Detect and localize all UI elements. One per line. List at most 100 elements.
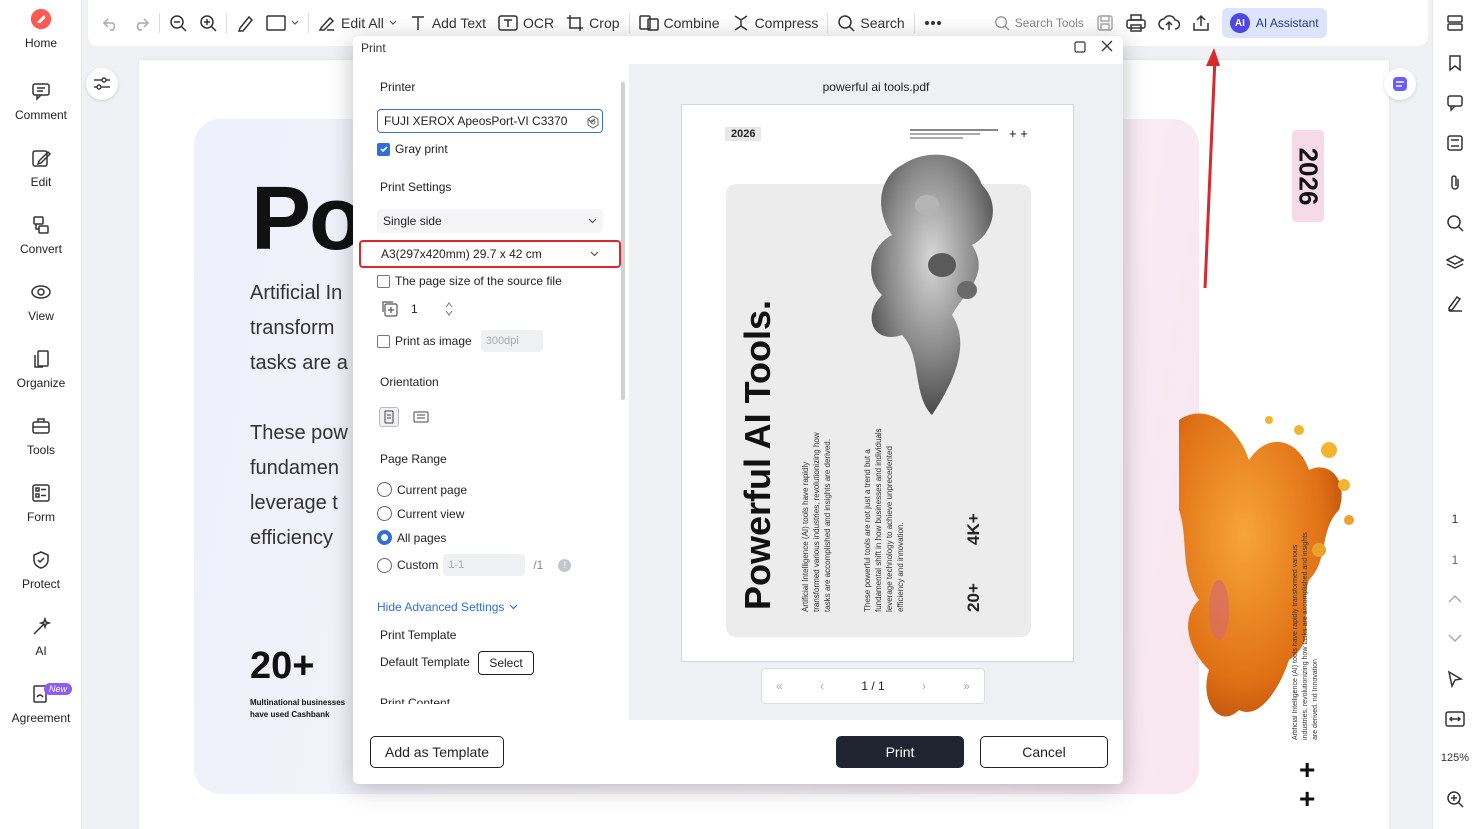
hide-advanced-link[interactable]: Hide Advanced Settings — [377, 600, 518, 614]
printer-select[interactable]: FUJI XEROX ApeosPort-VI C3370 — [377, 109, 603, 133]
ai-assistant-label: AI Assistant — [1255, 16, 1319, 30]
select-cursor-icon[interactable] — [1444, 668, 1466, 690]
range-custom-radio[interactable]: Custom 1-1 /1 ! — [377, 554, 572, 576]
form-fields-icon[interactable] — [1444, 132, 1466, 154]
layers-icon[interactable] — [1444, 252, 1466, 274]
zoom-in-icon[interactable] — [1444, 788, 1466, 810]
print-as-image-label: Print as image — [395, 334, 472, 348]
sidebar-item-protect[interactable]: Protect — [0, 549, 82, 609]
shape-button[interactable] — [260, 8, 305, 38]
attachment-icon[interactable] — [1444, 172, 1466, 194]
doc-vertical-text: Artificial Intelligence (AI) tools have … — [1292, 532, 1319, 740]
zoom-level[interactable]: 125% — [1433, 752, 1476, 764]
zoom-in-button[interactable] — [193, 8, 223, 38]
sidebar-item-comment[interactable]: Comment — [0, 80, 82, 140]
landscape-button[interactable] — [411, 407, 431, 427]
zoom-out-button[interactable] — [163, 8, 193, 38]
sidebar-item-home[interactable]: Home — [0, 8, 82, 68]
search-button[interactable]: Search — [831, 8, 910, 38]
landscape-icon — [413, 411, 429, 423]
portrait-button[interactable] — [379, 407, 399, 427]
preview-col2: These powerful tools are not just a tren… — [862, 428, 906, 612]
sidebar-label: Form — [27, 510, 55, 524]
ai-assistant-button[interactable]: AI AI Assistant — [1221, 8, 1327, 38]
print-confirm-button[interactable]: Print — [836, 736, 964, 768]
organize-icon — [30, 348, 52, 370]
select-template-button[interactable]: Select — [478, 651, 534, 675]
range-current-view-radio[interactable]: Current view — [377, 506, 464, 521]
orientation-label: Orientation — [380, 375, 439, 389]
settings-scrollbar[interactable] — [621, 82, 625, 400]
sidebar-item-ai[interactable]: AI — [0, 616, 82, 676]
add-text-button[interactable]: Add Text — [403, 8, 492, 38]
prev-page-button[interactable]: ‹ — [820, 679, 824, 693]
edit-all-button[interactable]: Edit All — [312, 8, 403, 38]
sidebar-item-form[interactable]: Form — [0, 482, 82, 542]
sidebar-item-agreement[interactable]: New Agreement — [0, 683, 82, 743]
redo-button[interactable] — [126, 8, 156, 38]
bookmark-icon[interactable] — [1444, 52, 1466, 74]
toolbar-divider — [628, 13, 630, 33]
source-page-size-checkbox[interactable]: The page size of the source file — [377, 274, 562, 288]
ocr-button[interactable]: OCR — [492, 8, 560, 38]
red-arrow-annotation — [1203, 48, 1220, 289]
close-button[interactable] — [1101, 39, 1113, 57]
sidebar-item-view[interactable]: View — [0, 281, 82, 341]
sidebar-item-organize[interactable]: Organize — [0, 348, 82, 408]
page-thumbnail-button[interactable] — [1384, 68, 1416, 100]
print-as-image-checkbox[interactable]: Print as image 300dpi — [377, 330, 543, 352]
view-icon — [30, 281, 52, 303]
comment-icon — [30, 80, 52, 102]
cloud-upload-button[interactable] — [1152, 8, 1186, 38]
paper-size-select[interactable]: A3(297x420mm) 29.7 x 42 cm — [359, 240, 621, 268]
more-button[interactable] — [918, 8, 948, 38]
gray-print-checkbox[interactable]: Gray print — [377, 142, 448, 156]
print-button[interactable] — [1120, 8, 1152, 38]
range-current-page-radio[interactable]: Current page — [377, 482, 467, 497]
page-down-icon[interactable] — [1444, 627, 1466, 649]
highlight-button[interactable] — [230, 8, 260, 38]
last-page-button[interactable]: » — [963, 679, 970, 693]
sides-select[interactable]: Single side — [377, 209, 603, 233]
copies-icon — [382, 301, 398, 317]
fit-width-icon[interactable] — [1444, 708, 1466, 730]
panel-toggle-icon[interactable] — [1444, 12, 1466, 34]
maximize-button[interactable] — [1074, 41, 1086, 56]
crop-button[interactable]: Crop — [560, 8, 625, 38]
zoom-out-icon — [170, 15, 187, 32]
home-logo-icon — [30, 8, 52, 30]
sidebar-label: Edit — [30, 175, 52, 189]
page-number: 1 — [1451, 553, 1459, 567]
range-custom-label: Custom — [397, 558, 439, 572]
compress-button[interactable]: Compress — [726, 8, 825, 38]
search-panel-icon[interactable] — [1444, 212, 1466, 234]
first-page-button[interactable]: « — [776, 679, 783, 693]
cancel-button[interactable]: Cancel — [980, 736, 1108, 768]
undo-button[interactable] — [96, 8, 126, 38]
sidebar-item-edit[interactable]: Edit — [0, 147, 82, 207]
toolbar-divider — [308, 13, 309, 33]
comment-panel-icon[interactable] — [1444, 92, 1466, 114]
printer-settings-button[interactable] — [586, 115, 600, 132]
next-page-button[interactable]: › — [922, 679, 926, 693]
sidebar-item-tools[interactable]: Tools — [0, 415, 82, 475]
page-number-top[interactable]: 1 — [1433, 512, 1476, 526]
combine-button[interactable]: Combine — [633, 8, 726, 38]
search-tools-input[interactable]: Search Tools — [988, 8, 1090, 38]
range-all-pages-radio[interactable]: All pages — [377, 530, 446, 545]
share-button[interactable] — [1186, 8, 1216, 38]
signature-icon[interactable] — [1444, 292, 1466, 314]
save-button[interactable] — [1090, 8, 1120, 38]
preview-plus: + + — [1009, 126, 1028, 141]
printer-value: FUJI XEROX ApeosPort-VI C3370 — [384, 114, 568, 128]
preview-line: Artificial Intelligence (AI) tools have … — [801, 461, 810, 612]
page-up-icon[interactable] — [1444, 588, 1466, 610]
add-as-template-button[interactable]: Add as Template — [370, 736, 504, 768]
sidebar-item-convert[interactable]: Convert — [0, 214, 82, 274]
checkbox-checked-icon — [377, 142, 390, 156]
crop-icon — [567, 15, 584, 31]
copies-stepper[interactable]: 1 — [381, 300, 453, 318]
hide-advanced-label: Hide Advanced Settings — [377, 600, 505, 614]
display-settings-button[interactable] — [86, 68, 118, 100]
page-range-label: Page Range — [380, 452, 447, 466]
